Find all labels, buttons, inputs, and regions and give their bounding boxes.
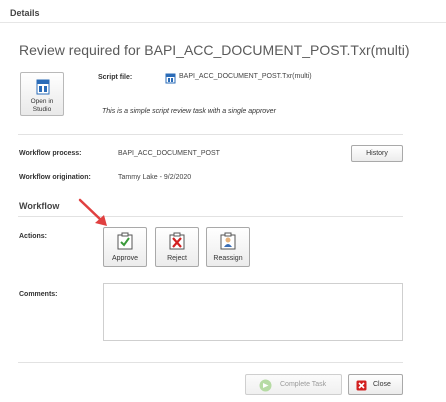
close-label: Close: [373, 381, 391, 388]
reject-label: Reject: [167, 255, 187, 262]
script-file-label: Script file:: [98, 74, 133, 81]
reassign-label: Reassign: [213, 255, 243, 262]
review-title: Review required for BAPI_ACC_DOCUMENT_PO…: [19, 42, 410, 58]
approve-label: Approve: [111, 255, 139, 262]
approve-icon: [116, 232, 134, 252]
complete-task-icon: [259, 379, 272, 394]
reject-button[interactable]: Reject: [155, 227, 199, 267]
workflow-process-value: BAPI_ACC_DOCUMENT_POST: [118, 150, 220, 157]
open-in-studio-label: Open in Studio: [30, 98, 54, 113]
header-divider: [0, 22, 446, 23]
reject-icon: [168, 232, 186, 252]
approve-button[interactable]: Approve: [103, 227, 147, 267]
script-file-name: BAPI_ACC_DOCUMENT_POST.Txr(multi): [179, 73, 312, 80]
divider: [18, 134, 403, 135]
close-icon: [356, 380, 367, 393]
workflow-origination-value: Tammy Lake - 9/2/2020: [118, 174, 192, 181]
workflow-origination-label: Workflow origination:: [19, 174, 91, 181]
workflow-section-title: Workflow: [19, 201, 60, 211]
history-button[interactable]: History: [351, 145, 403, 162]
divider: [18, 362, 403, 363]
comments-label: Comments:: [19, 291, 58, 298]
task-description: This is a simple script review task with…: [102, 108, 276, 115]
script-file-icon: [165, 71, 176, 89]
close-button[interactable]: Close: [348, 374, 403, 395]
open-in-studio-button[interactable]: Open in Studio: [20, 72, 64, 116]
reassign-button[interactable]: Reassign: [206, 227, 250, 267]
workflow-process-label: Workflow process:: [19, 150, 82, 157]
comments-textarea[interactable]: [103, 283, 403, 341]
complete-task-label: Complete Task: [280, 381, 327, 388]
actions-label: Actions:: [19, 233, 47, 240]
panel-title: Details: [10, 8, 40, 18]
complete-task-button[interactable]: Complete Task: [245, 374, 342, 395]
reassign-icon: [219, 232, 237, 252]
document-icon: [35, 79, 51, 100]
